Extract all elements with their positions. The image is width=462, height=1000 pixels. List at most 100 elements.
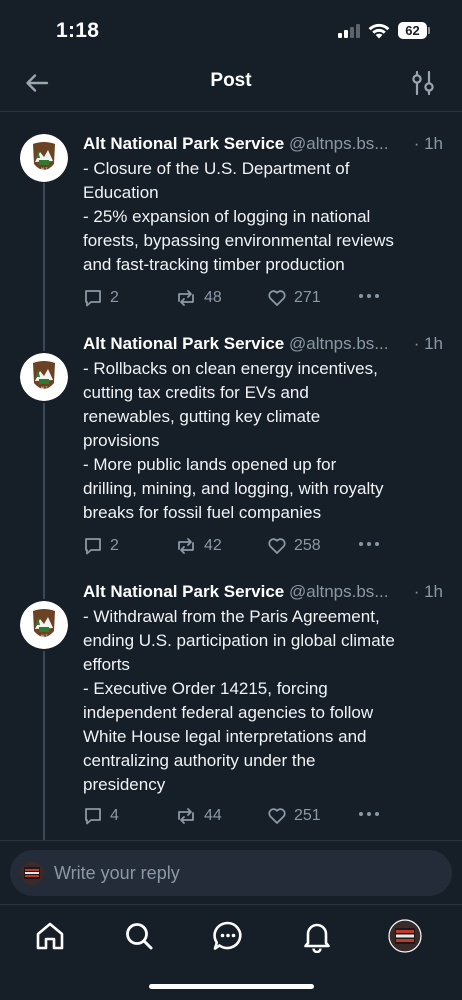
post-time: · 1h [413,582,443,601]
reply-icon [85,290,101,307]
thread-line [43,183,45,333]
post-actions: 2 48 271 [83,286,453,310]
more-options-icon[interactable] [358,292,380,300]
profile-avatar[interactable] [388,919,422,953]
battery-icon: 62 [398,22,430,39]
post-line: breaks for fossil fuel companies [83,503,322,522]
post-line: independent federal agencies to follow [83,703,374,722]
repost-button[interactable]: 44 [175,804,222,828]
post-line: - Rollbacks on clean energy incentives, [83,359,378,378]
heart-icon [268,808,286,824]
like-button[interactable]: 271 [267,286,321,310]
post-line: drilling, mining, and logging, with roya… [83,479,384,498]
battery-level: 62 [398,22,427,39]
post-meta: Alt National Park Service @altnps.bs... … [83,581,453,603]
post-line: - Closure of the U.S. Department of [83,159,350,178]
reply-input[interactable]: Write your reply [10,850,452,896]
reply-count: 4 [110,807,119,824]
svg-text:ALT: ALT [40,385,48,390]
repost-count: 48 [204,289,222,306]
svg-text:ALT: ALT [40,166,48,171]
reply-count: 2 [110,289,119,306]
post-content: Alt National Park Service @altnps.bs... … [83,133,453,277]
wifi-icon [368,23,390,39]
search-icon[interactable] [122,919,156,953]
avatar[interactable]: ALT [20,134,68,182]
post-meta: Alt National Park Service @altnps.bs... … [83,133,453,155]
repost-button[interactable]: 48 [175,286,222,310]
post-line: efforts [83,655,130,674]
post-line: Education [83,183,159,202]
post-item[interactable]: ALT Alt National Park Service @altnps.bs… [0,333,462,581]
status-time: 1:18 [56,19,100,42]
post-line: forests, bypassing environmental reviews [83,231,394,250]
thread-line [43,333,45,351]
post-item[interactable]: ALT Alt National Park Service @altnps.bs… [0,581,462,840]
reply-bar: Write your reply [0,840,462,904]
post-line: White House legal interpretations and [83,727,367,746]
repost-button[interactable]: 42 [175,534,222,558]
post-line: - 25% expansion of logging in national [83,207,371,226]
chat-icon[interactable] [211,919,245,953]
thread-line [43,651,45,840]
repost-count: 44 [204,807,222,824]
reply-count: 2 [110,537,119,554]
author-handle[interactable]: @altnps.bs... [289,582,388,601]
repost-icon [178,290,194,306]
sliders-icon[interactable] [408,68,438,98]
more-options-icon[interactable] [358,810,380,818]
repost-icon [178,808,194,824]
author-name[interactable]: Alt National Park Service [83,134,284,153]
post-actions: 4 44 251 [83,804,453,828]
like-count: 251 [294,807,321,824]
heart-icon [268,290,286,306]
post-text: - Closure of the U.S. Department of Educ… [83,157,453,277]
author-name[interactable]: Alt National Park Service [83,582,284,601]
post-line: and fast-tracking timber production [83,255,345,274]
home-indicator [149,984,314,989]
post-content: Alt National Park Service @altnps.bs... … [83,581,453,797]
page-title: Post [210,70,252,91]
post-time: · 1h [413,134,443,153]
svg-text:ALT: ALT [40,633,48,638]
post-content: Alt National Park Service @altnps.bs... … [83,333,453,525]
post-time: · 1h [413,334,443,353]
post-line: - Executive Order 14215, forcing [83,679,328,698]
post-actions: 2 42 258 [83,534,453,558]
more-options-icon[interactable] [358,540,380,548]
reply-icon [85,538,101,555]
repost-count: 42 [204,537,222,554]
thread-line [43,403,45,581]
like-button[interactable]: 251 [267,804,321,828]
post-text: - Rollbacks on clean energy incentives, … [83,357,453,525]
screen: 1:18 62 Post ALT Alt National Park Servi… [0,0,462,1000]
avatar[interactable]: ALT [20,353,68,401]
reply-placeholder: Write your reply [54,863,180,883]
post-line: ending U.S. participation in global clim… [83,631,395,650]
author-handle[interactable]: @altnps.bs... [289,134,388,153]
author-handle[interactable]: @altnps.bs... [289,334,388,353]
avatar[interactable]: ALT [20,601,68,649]
bell-icon[interactable] [300,919,334,953]
avatar [20,861,44,885]
post-text: - Withdrawal from the Paris Agreement, e… [83,605,453,797]
home-icon[interactable] [33,919,67,953]
post-line: centralizing authority under the [83,751,316,770]
reply-button[interactable]: 2 [83,286,119,310]
like-button[interactable]: 258 [267,534,321,558]
post-line: - Withdrawal from the Paris Agreement, [83,607,380,626]
like-count: 271 [294,289,321,306]
thread-line [43,581,45,599]
post-line: provisions [83,431,160,450]
reply-button[interactable]: 2 [83,534,119,558]
post-header: Post [0,60,462,112]
reply-button[interactable]: 4 [83,804,119,828]
heart-icon [268,538,286,554]
like-count: 258 [294,537,321,554]
post-line: cutting tax credits for EVs and [83,383,309,402]
reply-icon [85,808,101,825]
author-name[interactable]: Alt National Park Service [83,334,284,353]
post-line: renewables, gutting key climate [83,407,321,426]
post-item[interactable]: ALT Alt National Park Service @altnps.bs… [0,113,462,333]
cellular-signal-icon [338,24,362,38]
